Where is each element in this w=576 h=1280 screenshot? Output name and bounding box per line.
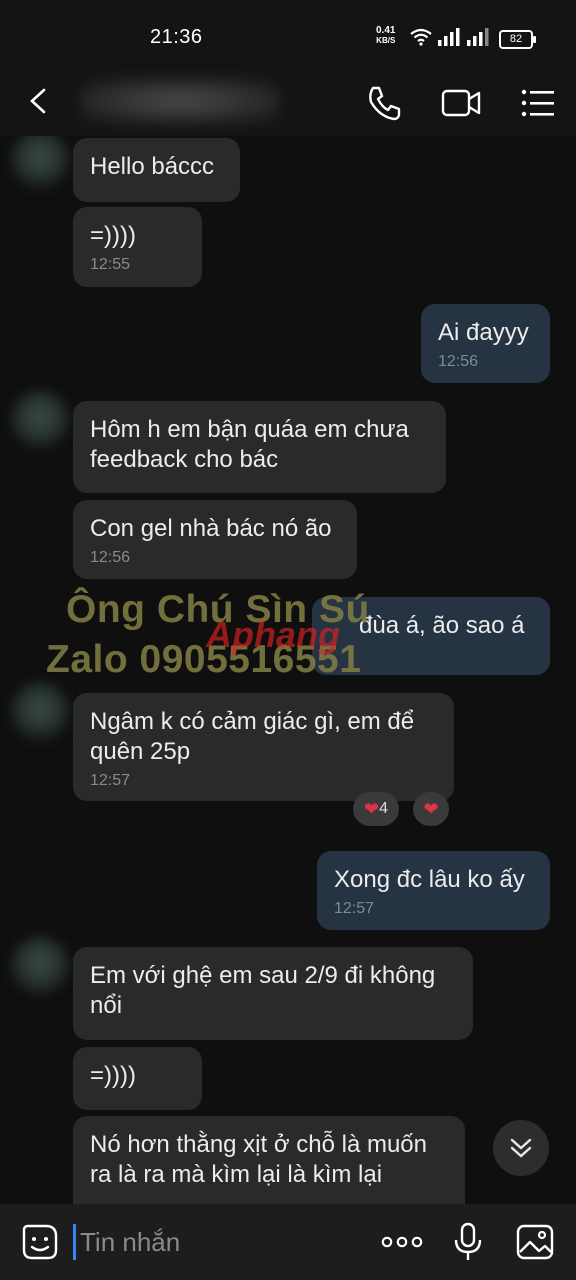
message-text: Hôm h em bận quáa em chưa feedback cho b… [90,416,409,473]
sticker-icon[interactable] [20,1222,60,1262]
signal-icon [438,28,460,46]
message-text: =)))) [90,1062,136,1089]
phone-icon[interactable] [363,82,405,124]
contact-name-blurred[interactable] [80,78,280,124]
message-text: Con gel nhà bác nó ão [90,515,332,542]
avatar[interactable] [10,936,70,996]
reaction-badge[interactable]: ❤ 4 [353,792,399,826]
message-bubble[interactable]: Con gel nhà bác nó ão 12:56 [73,500,357,579]
reaction-count: 4 [379,800,388,817]
text-cursor [73,1224,76,1260]
message-list[interactable]: Hello báccc =)))) 12:55 Ai đayyy 12:56 H… [0,136,576,1204]
message-bubble[interactable]: Ai đayyy 12:56 [421,304,550,383]
add-reaction-button[interactable]: ❤ [413,792,449,826]
microphone-icon[interactable] [448,1222,488,1262]
message-bubble[interactable]: Hôm h em bận quáa em chưa feedback cho b… [73,401,446,493]
message-bubble[interactable]: Nó hơn thằng xịt ở chỗ là muốn ra là ra … [73,1116,465,1204]
status-time: 21:36 [150,26,203,48]
message-text: Hello báccc [90,153,215,180]
watermark-logo: Aphang [206,614,340,655]
video-call-icon[interactable] [440,82,482,124]
message-bubble[interactable]: Ngâm k có cảm giác gì, em để quên 25p 12… [73,693,454,801]
message-text: Ngâm k có cảm giác gì, em để quên 25p [90,708,415,765]
message-time: 12:57 [334,900,375,917]
message-time: 12:56 [90,549,131,566]
message-bubble[interactable]: Xong đc lâu ko ấy 12:57 [317,851,550,930]
message-bubble[interactable]: Hello báccc [73,138,240,202]
message-bubble[interactable]: =)))) 12:55 [73,207,202,287]
chat-header [0,70,576,136]
back-icon[interactable] [22,84,56,118]
message-text: Xong đc lâu ko ấy [334,866,525,893]
chevron-double-down-icon [510,1138,532,1158]
message-text: Nó hơn thằng xịt ở chỗ là muốn ra là ra … [90,1131,427,1188]
message-time: 12:55 [90,256,131,273]
avatar[interactable] [10,390,70,450]
network-speed: 0.41 KB/S [376,25,396,46]
menu-icon[interactable] [517,82,559,124]
message-bubble[interactable]: Em với ghệ em sau 2/9 đi không nổi [73,947,473,1040]
wifi-icon [410,28,432,46]
more-icon[interactable] [380,1222,424,1262]
message-input-bar [0,1204,576,1280]
status-bar: 21:36 0.41 KB/S 82 [0,0,576,70]
avatar[interactable] [10,682,70,742]
message-time: 12:57 [90,772,131,789]
battery-indicator: 82 [499,30,536,49]
message-text: Em với ghệ em sau 2/9 đi không nổi [90,962,436,1019]
signal-icon-2 [467,28,489,46]
message-text: =)))) [90,222,136,249]
message-time: 12:56 [438,353,479,370]
message-bubble[interactable]: =)))) [73,1047,202,1110]
heart-icon: ❤ [423,798,439,819]
message-input[interactable] [80,1224,370,1260]
image-icon[interactable] [515,1222,555,1262]
heart-icon: ❤ [364,798,380,819]
message-text: Ai đayyy [438,319,529,346]
scroll-to-bottom-button[interactable] [493,1120,549,1176]
avatar[interactable] [10,136,70,190]
